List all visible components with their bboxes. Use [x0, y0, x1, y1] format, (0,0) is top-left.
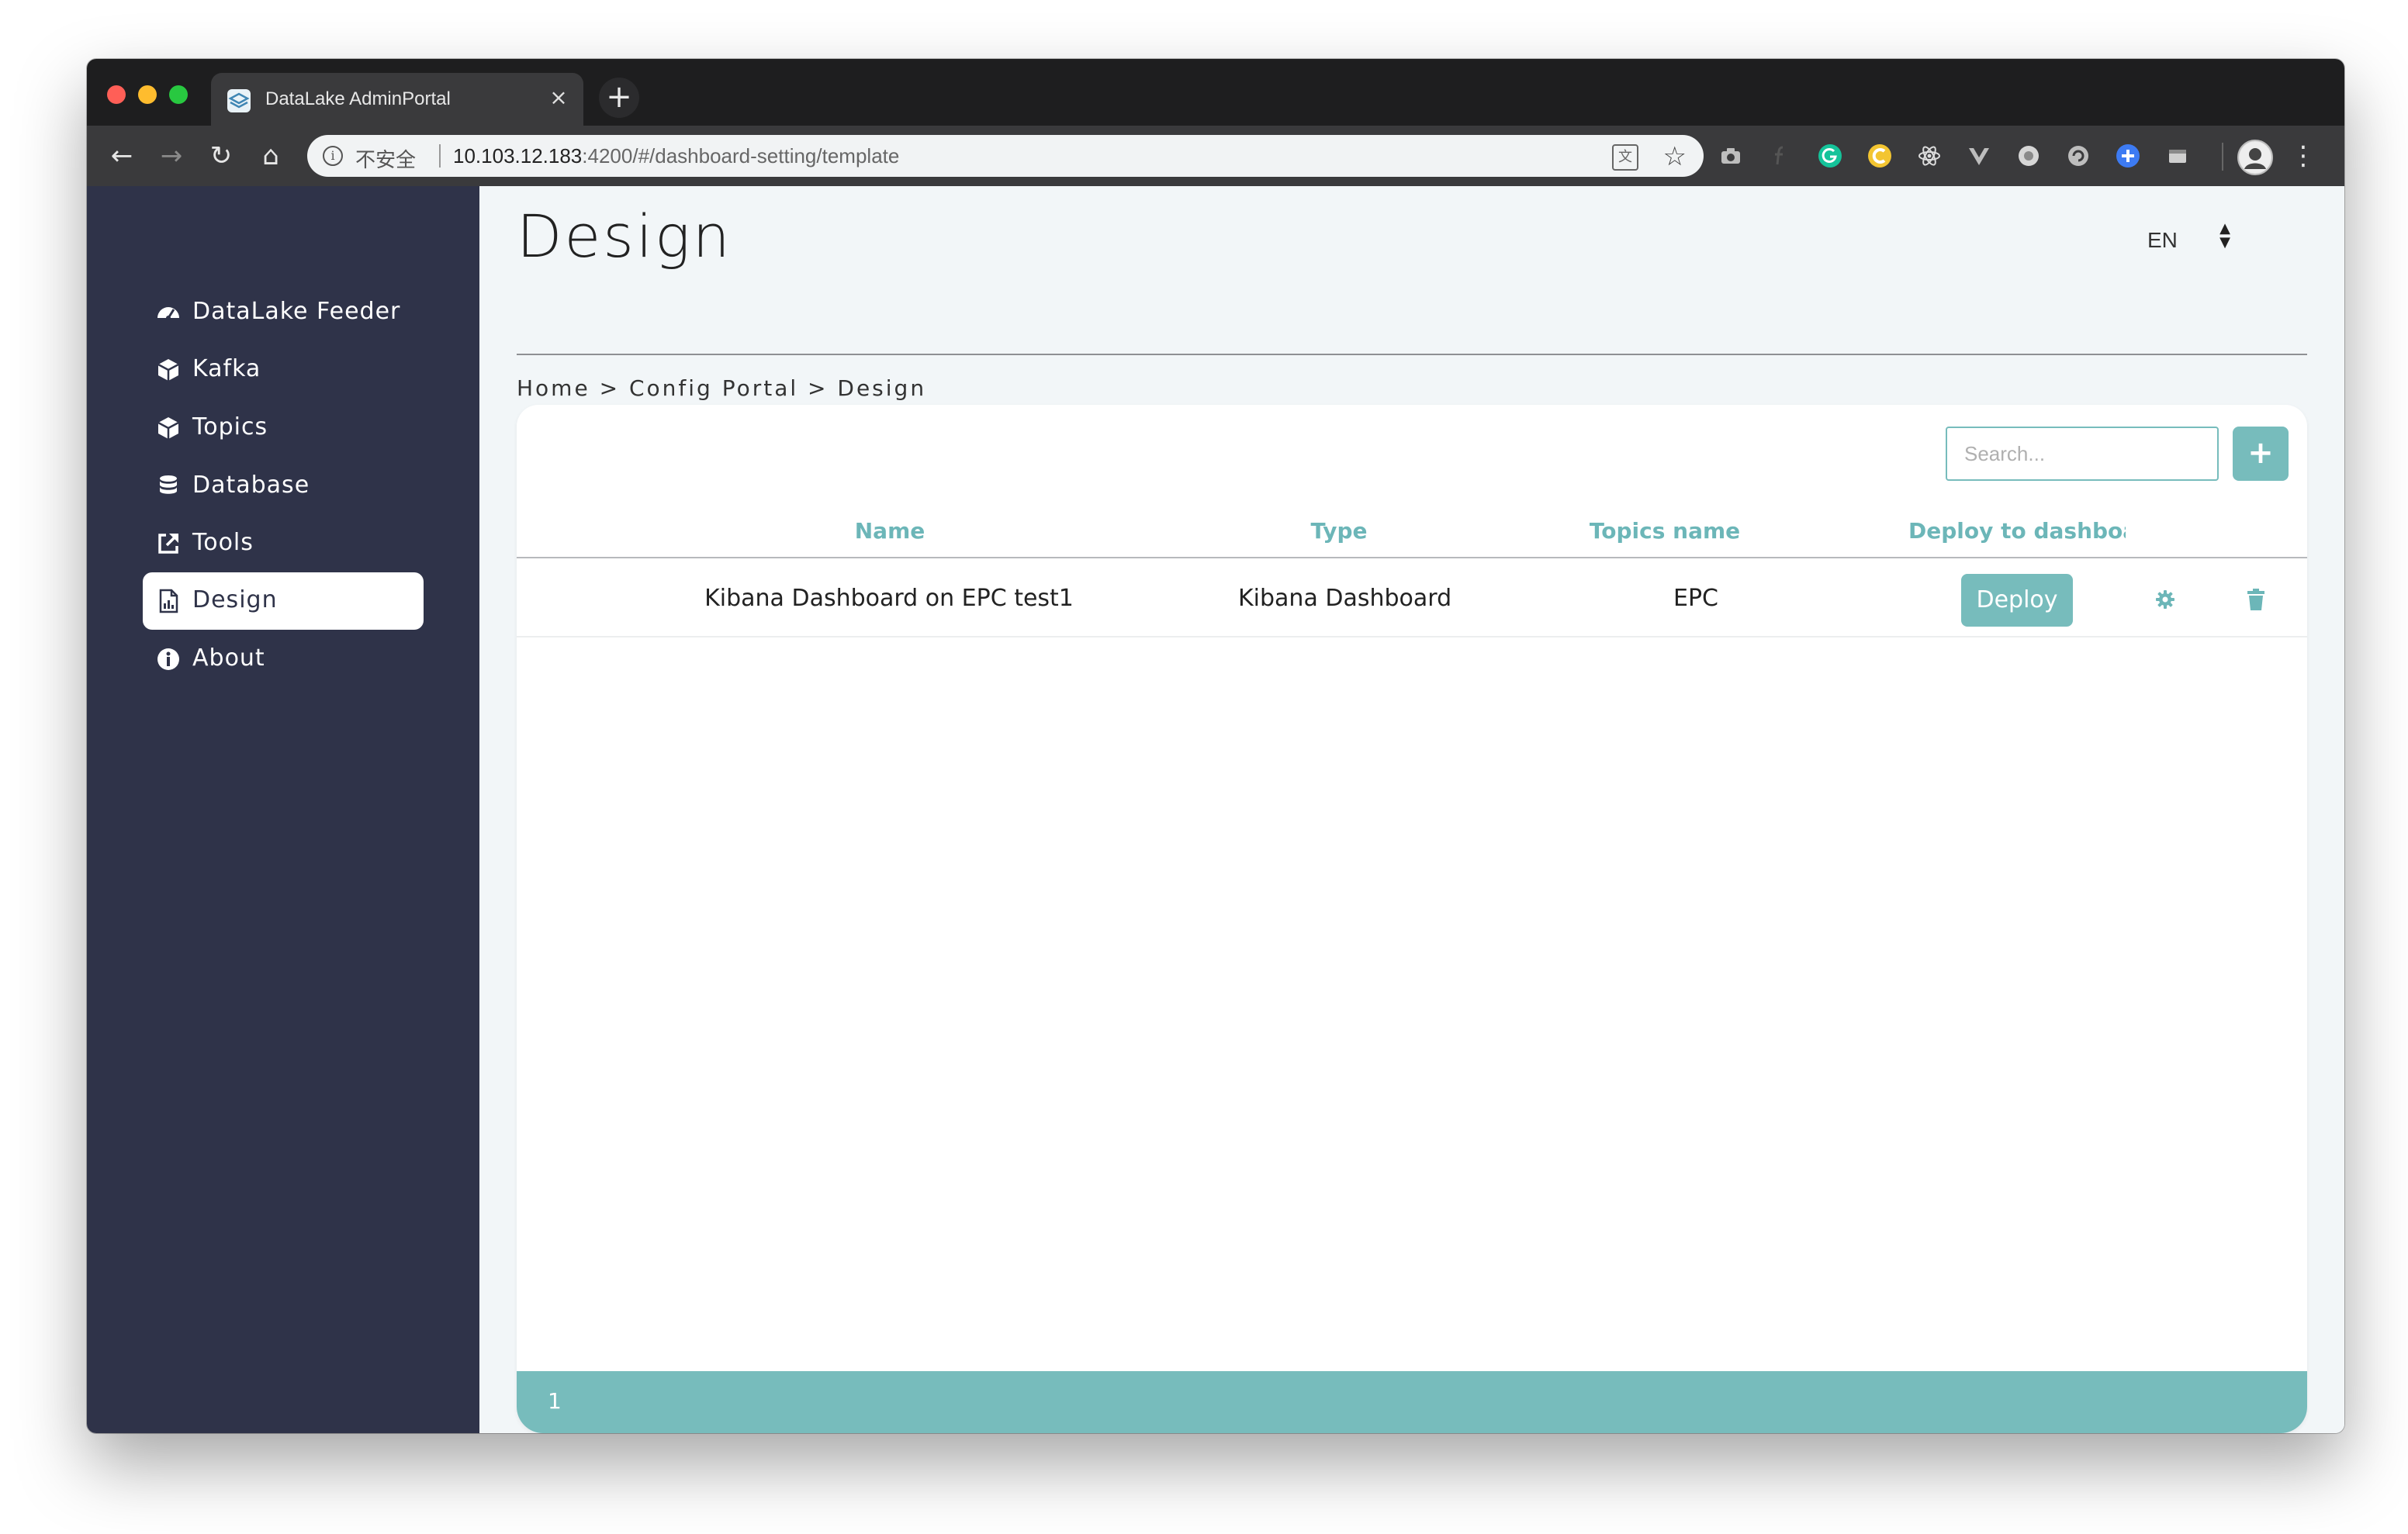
- sidebar-item-datalake-feeder[interactable]: DataLake Feeder: [143, 284, 424, 341]
- tab-close-icon[interactable]: ×: [546, 85, 571, 110]
- sidebar: DataLake Feeder Kafka Topics Database To…: [87, 186, 479, 1433]
- minimize-window-button[interactable]: [138, 85, 157, 104]
- function-extension-icon[interactable]: [1767, 143, 1794, 169]
- pagination-bar: 1: [517, 1371, 2307, 1433]
- database-icon: [160, 475, 177, 494]
- info-circle-icon: [157, 648, 179, 670]
- gear-icon[interactable]: [2154, 588, 2177, 611]
- column-header-type[interactable]: Type: [1261, 518, 1417, 544]
- back-button[interactable]: ←: [102, 136, 141, 175]
- camera-extension-icon[interactable]: [1718, 143, 1744, 169]
- yellow-c-extension-icon[interactable]: [1867, 143, 1893, 169]
- deploy-button[interactable]: Deploy: [1961, 574, 2073, 627]
- translate-icon[interactable]: 文: [1612, 144, 1638, 171]
- grey-circle-extension-icon[interactable]: [2015, 143, 2042, 169]
- sidebar-item-tools[interactable]: Tools: [143, 515, 424, 572]
- sidebar-item-label: Design: [192, 586, 278, 613]
- tachometer-icon: [157, 307, 179, 320]
- bookmark-star-icon[interactable]: ☆: [1663, 141, 1687, 172]
- language-select[interactable]: EN: [2147, 228, 2178, 253]
- sync-extension-icon[interactable]: [2065, 143, 2091, 169]
- sidebar-item-design[interactable]: Design: [143, 572, 424, 630]
- sidebar-item-label: Database: [192, 472, 310, 499]
- address-bar[interactable]: i 不安全 10.103.12.183:4200/#/dashboard-set…: [307, 135, 1704, 177]
- profile-avatar-icon[interactable]: [2237, 140, 2273, 175]
- column-header-topics-name[interactable]: Topics name: [1587, 518, 1742, 544]
- tab-strip: DataLake AdminPortal × +: [87, 59, 2344, 126]
- info-icon[interactable]: i: [323, 146, 343, 166]
- sidebar-item-about[interactable]: About: [143, 631, 424, 688]
- page-title: Design: [517, 202, 732, 271]
- blue-plus-extension-icon[interactable]: [2115, 143, 2141, 169]
- sidebar-item-label: Kafka: [192, 355, 261, 382]
- react-devtools-icon[interactable]: [1916, 143, 1943, 169]
- template-card: + Name Type Topics name Deploy to dashbo…: [517, 405, 2307, 1433]
- url-text[interactable]: 10.103.12.183:4200/#/dashboard-setting/t…: [453, 144, 899, 168]
- title-divider: [517, 354, 2307, 355]
- sidebar-item-topics[interactable]: Topics: [143, 399, 424, 457]
- browser-menu-icon[interactable]: ⋮: [2290, 138, 2316, 174]
- select-caret-icon[interactable]: ▲ ▼: [2217, 222, 2233, 250]
- home-button[interactable]: ⌂: [251, 136, 290, 175]
- address-separator: [439, 144, 441, 168]
- sidebar-item-label: Topics: [192, 413, 268, 441]
- close-window-button[interactable]: [107, 85, 126, 104]
- file-chart-icon: [159, 589, 178, 613]
- column-header-deploy[interactable]: Deploy to dashboarc: [1908, 518, 2126, 544]
- window-extension-icon[interactable]: [2164, 143, 2191, 169]
- breadcrumb: Home > Config Portal > Design: [517, 375, 927, 401]
- trash-icon[interactable]: [2245, 588, 2267, 611]
- browser-window: DataLake AdminPortal × + ← → ↻ ⌂ i 不安全 1…: [87, 59, 2344, 1433]
- add-template-button[interactable]: +: [2233, 427, 2289, 481]
- sidebar-item-kafka[interactable]: Kafka: [143, 341, 424, 399]
- sidebar-item-label: Tools: [192, 529, 254, 556]
- url-path: :4200/#/dashboard-setting/template: [582, 144, 900, 168]
- tab-title: DataLake AdminPortal: [265, 88, 451, 109]
- cell-topics: EPC: [1673, 585, 1718, 612]
- toolbar-separator: [2222, 143, 2223, 171]
- maximize-window-button[interactable]: [169, 85, 188, 104]
- column-header-name[interactable]: Name: [703, 518, 1077, 544]
- sidebar-item-label: DataLake Feeder: [192, 298, 401, 325]
- grammarly-icon[interactable]: [1817, 143, 1843, 169]
- vue-devtools-icon[interactable]: [1966, 143, 1992, 169]
- browser-tab[interactable]: DataLake AdminPortal ×: [211, 73, 583, 126]
- cell-name: Kibana Dashboard on EPC test1: [704, 585, 1074, 612]
- main-content: Design EN ▲ ▼ Home > Config Portal > Desi…: [479, 186, 2344, 1433]
- sidebar-item-database[interactable]: Database: [143, 458, 424, 515]
- page-number[interactable]: 1: [548, 1388, 562, 1414]
- search-input[interactable]: [1946, 427, 2219, 481]
- datalake-logo-icon: [227, 89, 251, 112]
- reload-button[interactable]: ↻: [202, 136, 240, 175]
- new-tab-button[interactable]: +: [599, 78, 639, 118]
- cell-type: Kibana Dashboard: [1238, 585, 1452, 612]
- cube-icon: [157, 417, 179, 439]
- url-host: 10.103.12.183: [453, 144, 583, 168]
- cube-icon: [157, 359, 179, 381]
- security-label[interactable]: 不安全: [355, 144, 416, 173]
- browser-toolbar: ← → ↻ ⌂ i 不安全 10.103.12.183:4200/#/dashb…: [87, 126, 2344, 186]
- table-row: Kibana Dashboard on EPC test1 Kibana Das…: [517, 558, 2307, 637]
- forward-button[interactable]: →: [152, 136, 191, 175]
- sidebar-item-label: About: [192, 644, 265, 672]
- external-link-icon: [158, 534, 178, 554]
